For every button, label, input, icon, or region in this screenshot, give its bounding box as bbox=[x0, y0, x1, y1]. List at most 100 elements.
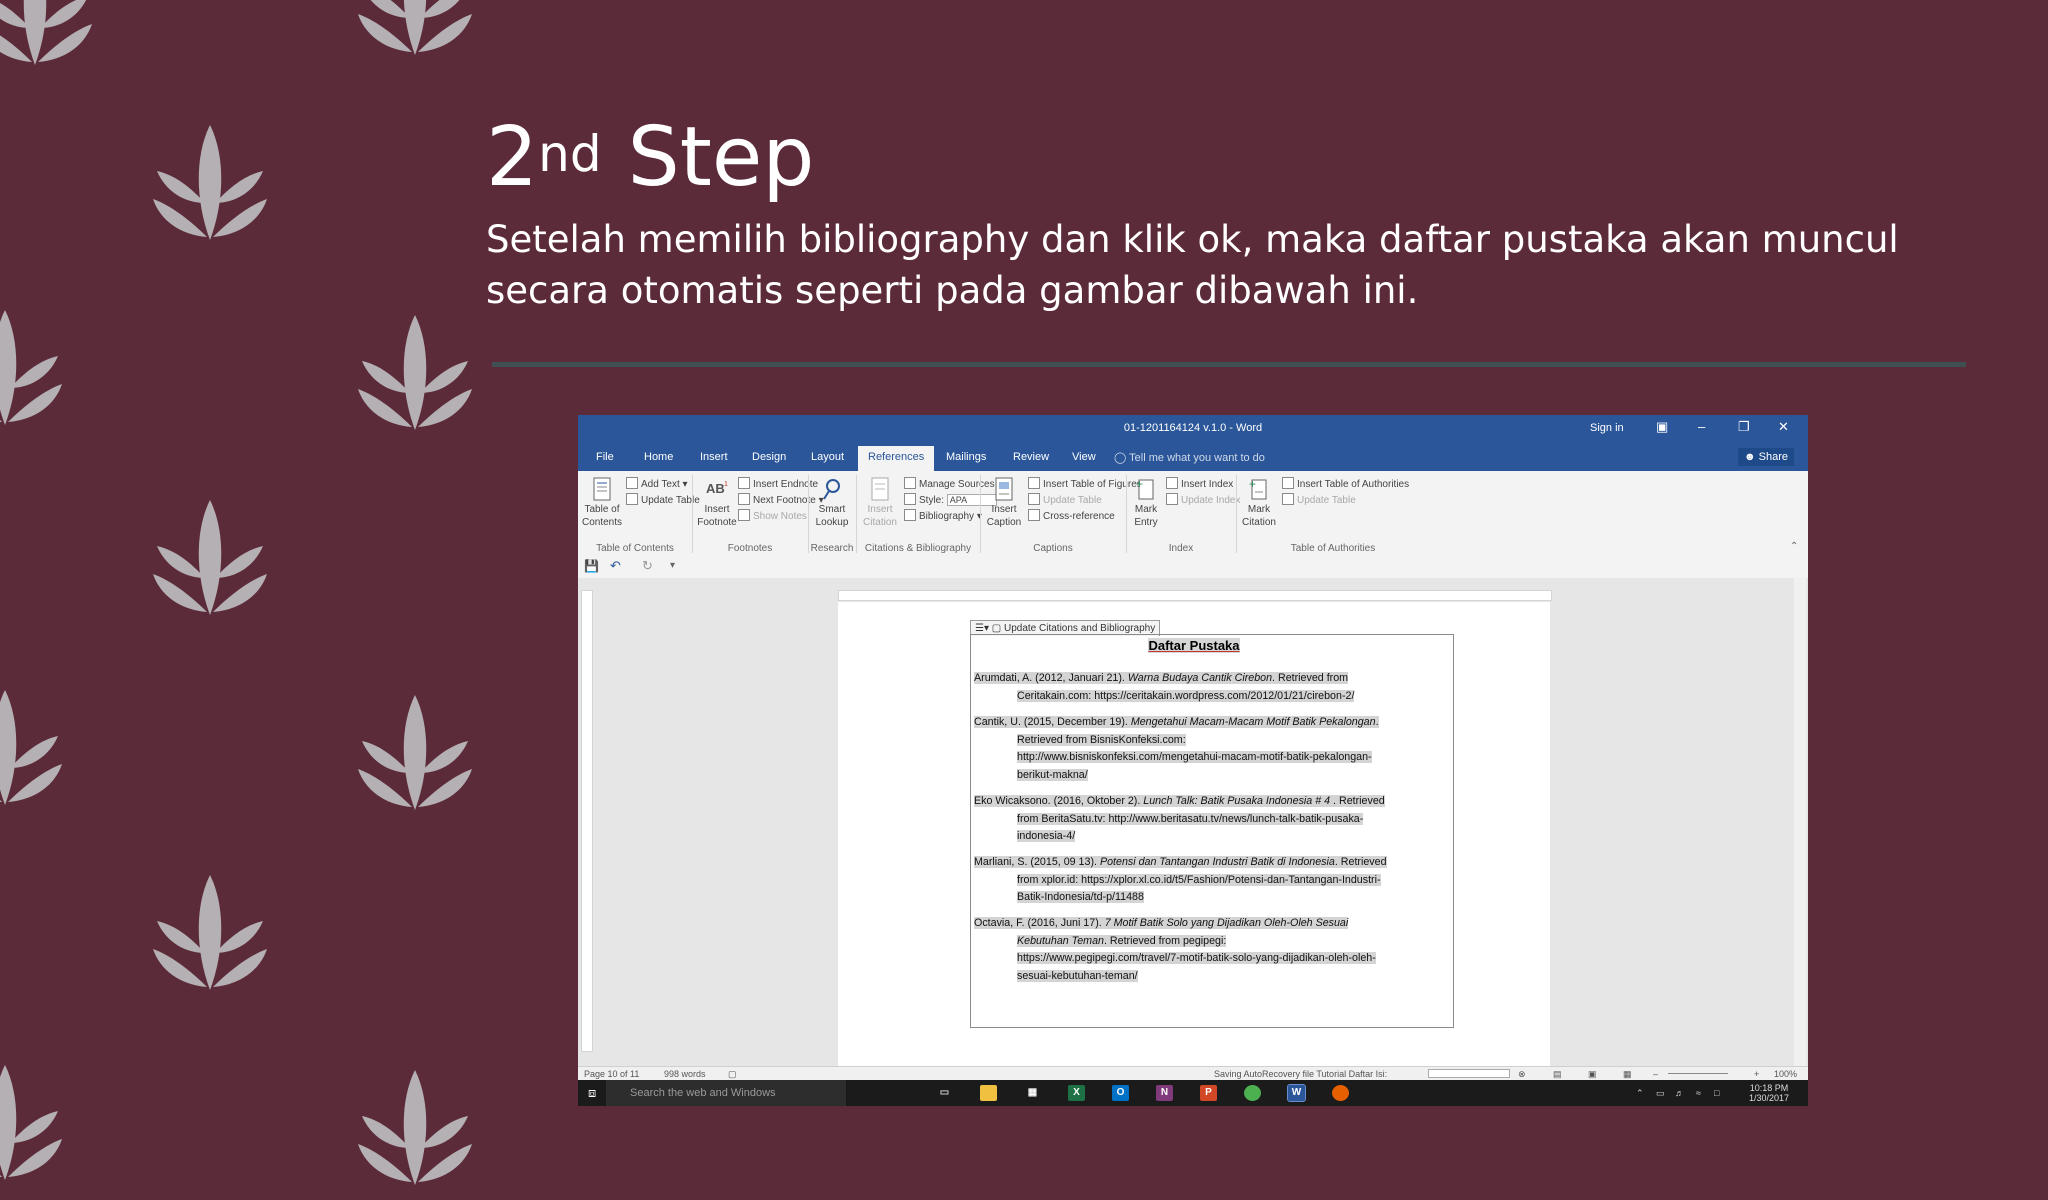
zoom-out-icon[interactable]: – bbox=[1653, 1069, 1658, 1079]
volume-icon[interactable]: ♬ bbox=[1675, 1088, 1684, 1098]
battery-icon[interactable]: ▭ bbox=[1656, 1088, 1665, 1098]
zoom-level[interactable]: 100% bbox=[1774, 1069, 1797, 1079]
firefox-icon[interactable] bbox=[1332, 1085, 1349, 1101]
undo-icon[interactable]: ↶ bbox=[610, 558, 621, 574]
tray-chevron-icon[interactable]: ⌃ bbox=[1636, 1088, 1644, 1098]
share-label: Share bbox=[1758, 451, 1788, 463]
group-separator bbox=[1126, 475, 1127, 553]
network-icon[interactable]: ≈ bbox=[1696, 1088, 1701, 1098]
update-index-button[interactable]: Update Index bbox=[1166, 493, 1241, 506]
tab-file[interactable]: File bbox=[596, 451, 614, 463]
update-table-figures-button[interactable]: Update Table bbox=[1028, 493, 1102, 506]
manage-sources-button[interactable]: Manage Sources bbox=[904, 477, 995, 490]
smart-lookup-button[interactable]: Smart Lookup bbox=[812, 477, 852, 529]
file-explorer-icon[interactable] bbox=[980, 1085, 997, 1101]
zoom-slider[interactable] bbox=[1668, 1073, 1728, 1074]
update-table-authorities-button[interactable]: Update Table bbox=[1282, 493, 1356, 506]
insert-table-of-figures-button[interactable]: Insert Table of Figures bbox=[1028, 477, 1142, 490]
bibliography-button[interactable]: Bibliography ▾ bbox=[904, 509, 982, 522]
tab-view[interactable]: View bbox=[1072, 451, 1096, 463]
update-table-label: Update Table bbox=[641, 495, 700, 506]
group-label-footnotes: Footnotes bbox=[727, 543, 773, 554]
insert-citation-icon bbox=[871, 477, 889, 501]
insert-endnote-button[interactable]: Insert Endnote bbox=[738, 477, 818, 490]
update-table-button[interactable]: Update Table bbox=[626, 493, 700, 506]
print-layout-icon[interactable]: ▣ bbox=[1588, 1069, 1597, 1080]
sign-in-link[interactable]: Sign in bbox=[1590, 422, 1624, 434]
mark-citation-button[interactable]: + Mark Citation bbox=[1240, 477, 1278, 529]
powerpoint-icon[interactable]: P bbox=[1200, 1085, 1217, 1101]
read-mode-icon[interactable]: ▤ bbox=[1553, 1069, 1562, 1080]
chrome-icon[interactable] bbox=[1244, 1085, 1261, 1101]
tell-me-box[interactable]: ◯ Tell me what you want to do bbox=[1114, 451, 1265, 464]
windows-taskbar: ⧈ Search the web and Windows ▭ ▦ X O N P… bbox=[578, 1080, 1808, 1106]
style-selector[interactable]: Style: APA bbox=[904, 493, 997, 507]
word-icon[interactable]: W bbox=[1287, 1084, 1306, 1102]
insert-footnote-button[interactable]: AB 1 Insert Footnote bbox=[696, 477, 738, 529]
update-index-icon bbox=[1166, 493, 1178, 505]
web-layout-icon[interactable]: ▦ bbox=[1623, 1069, 1632, 1080]
customize-qat-icon[interactable]: ▾ bbox=[670, 560, 675, 571]
tab-mailings[interactable]: Mailings bbox=[946, 451, 986, 463]
share-button[interactable]: ☻ Share bbox=[1738, 448, 1794, 466]
update-table3-label: Update Table bbox=[1297, 495, 1356, 506]
word-count[interactable]: 998 words bbox=[664, 1069, 706, 1079]
tab-layout[interactable]: Layout bbox=[811, 451, 844, 463]
zoom-in-icon[interactable]: + bbox=[1754, 1069, 1759, 1079]
tab-home[interactable]: Home bbox=[644, 451, 673, 463]
bibliography-entry: Octavia, F. (2016, Juni 17). 7 Motif Bat… bbox=[974, 917, 1376, 982]
leaf-decoration-11 bbox=[358, 1070, 472, 1185]
group-label-research: Research bbox=[810, 543, 854, 554]
system-clock[interactable]: 10:18 PM 1/30/2017 bbox=[1746, 1083, 1792, 1103]
save-icon[interactable]: 💾 bbox=[584, 559, 599, 573]
redo-icon[interactable]: ↻ bbox=[642, 558, 653, 574]
minimize-icon[interactable]: – bbox=[1698, 419, 1705, 434]
notification-icon[interactable]: □ bbox=[1714, 1088, 1719, 1098]
tab-review[interactable]: Review bbox=[1013, 451, 1049, 463]
insert-citation-button[interactable]: Insert Citation bbox=[860, 477, 900, 529]
show-notes-icon bbox=[738, 509, 750, 521]
show-notes-button[interactable]: Show Notes bbox=[738, 509, 807, 522]
tab-insert[interactable]: Insert bbox=[700, 451, 728, 463]
footnote-icon: AB 1 bbox=[706, 481, 728, 496]
status-bar: Page 10 of 11 998 words ▢ Saving AutoRec… bbox=[578, 1066, 1808, 1081]
svg-text:+: + bbox=[1249, 477, 1256, 491]
cancel-save-icon[interactable]: ⊗ bbox=[1518, 1069, 1526, 1080]
mark-entry-button[interactable]: + Mark Entry bbox=[1130, 477, 1162, 529]
update-index-label: Update Index bbox=[1181, 495, 1241, 506]
store-icon[interactable]: ▦ bbox=[1024, 1085, 1041, 1101]
proofing-icon[interactable]: ▢ bbox=[728, 1069, 737, 1080]
update-citations-button[interactable]: Update Citations and Bibliography bbox=[1004, 623, 1155, 634]
update-table2-label: Update Table bbox=[1043, 495, 1102, 506]
close-icon[interactable]: ✕ bbox=[1778, 419, 1789, 435]
insert-table-of-authorities-button[interactable]: Insert Table of Authorities bbox=[1282, 477, 1409, 490]
cross-reference-button[interactable]: Cross-reference bbox=[1028, 509, 1115, 522]
bibliography-menu-icon[interactable]: ☰▾ bbox=[975, 623, 992, 634]
insert-caption-icon bbox=[995, 477, 1013, 501]
vertical-scrollbar[interactable] bbox=[1794, 578, 1806, 1066]
insert-index-button[interactable]: Insert Index bbox=[1166, 477, 1233, 490]
tab-references[interactable]: References bbox=[858, 446, 935, 471]
taskbar-search[interactable]: Search the web and Windows bbox=[606, 1080, 846, 1106]
next-footnote-button[interactable]: Next Footnote ▾ bbox=[738, 493, 824, 506]
tab-design[interactable]: Design bbox=[752, 451, 786, 463]
ribbon-display-icon[interactable]: ▣ bbox=[1656, 419, 1668, 435]
insert-caption-button[interactable]: Insert Caption bbox=[984, 477, 1024, 529]
add-text-button[interactable]: Add Text ▾ bbox=[626, 477, 688, 490]
windows-start-icon[interactable]: ⧈ bbox=[588, 1085, 596, 1101]
outlook-icon[interactable]: O bbox=[1112, 1085, 1129, 1101]
page-count[interactable]: Page 10 of 11 bbox=[584, 1069, 639, 1079]
onenote-icon[interactable]: N bbox=[1156, 1085, 1173, 1101]
excel-icon[interactable]: X bbox=[1068, 1085, 1085, 1101]
group-separator bbox=[1236, 475, 1237, 553]
table-of-contents-button[interactable]: Table of Contents bbox=[582, 477, 622, 529]
svg-text:+: + bbox=[1136, 477, 1143, 491]
autorecovery-status: Saving AutoRecovery file Tutorial Daftar… bbox=[1214, 1069, 1388, 1079]
collapse-ribbon-icon[interactable]: ⌃ bbox=[1790, 541, 1798, 552]
restore-icon[interactable]: ❐ bbox=[1738, 419, 1750, 435]
show-notes-label: Show Notes bbox=[753, 511, 807, 522]
task-view-icon[interactable]: ▭ bbox=[936, 1085, 953, 1101]
leaf-decoration-6 bbox=[153, 500, 267, 615]
clock-date: 1/30/2017 bbox=[1748, 1093, 1790, 1103]
document-page[interactable]: ☰▾ ▢ Update Citations and Bibliography D… bbox=[838, 602, 1550, 1066]
